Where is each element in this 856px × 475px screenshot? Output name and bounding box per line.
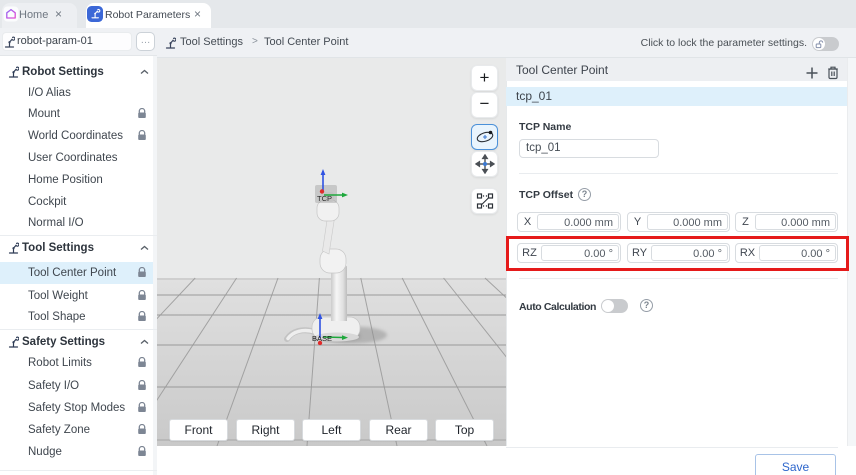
svg-text:BASE: BASE: [312, 334, 332, 343]
svg-text:TCP: TCP: [317, 194, 332, 203]
